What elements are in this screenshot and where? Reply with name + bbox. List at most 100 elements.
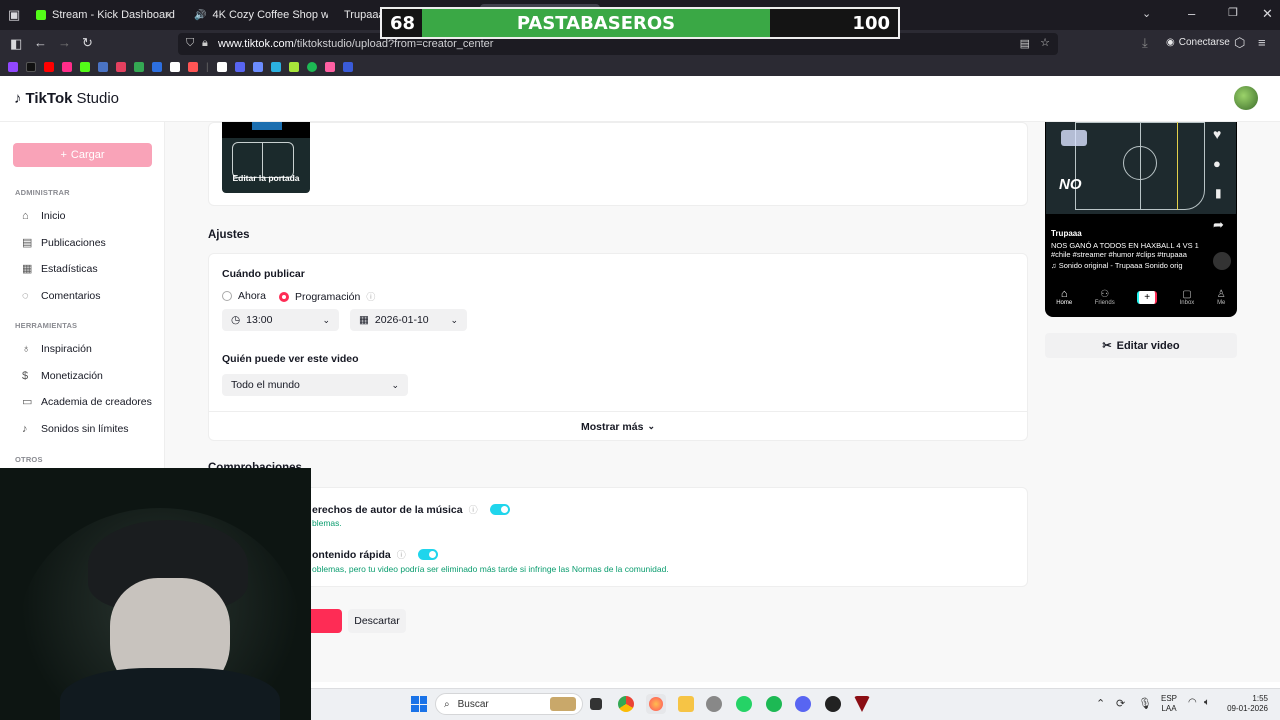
kick-bookmark-icon[interactable]	[80, 62, 90, 72]
edit-cover-button[interactable]: Editar la portada	[222, 173, 310, 183]
settings-gear-icon[interactable]	[706, 696, 722, 712]
discord-bookmark-icon[interactable]	[234, 62, 245, 72]
sidebar-item-label: Inicio	[41, 210, 66, 222]
sidebar-toggle-icon[interactable]: ◧	[10, 36, 22, 52]
taskbar-search[interactable]: ⌕ Buscar	[435, 693, 583, 715]
extensions-icon[interactable]: ⬡	[1234, 35, 1245, 51]
downloads-icon[interactable]: ⤓	[1142, 35, 1148, 51]
sidebar-item-monetizacion[interactable]: $ Monetización	[22, 370, 103, 382]
sidebar-item-publicaciones[interactable]: ▤ Publicaciones	[22, 237, 106, 249]
microphone-icon[interactable]: 🎙︎	[1138, 697, 1152, 710]
bookmark-icon[interactable]	[188, 62, 198, 72]
info-icon[interactable]: ⓘ	[397, 548, 406, 561]
sidebar-item-estadisticas[interactable]: ▦ Estadísticas	[22, 263, 98, 275]
who-can-view-label: Quién puede ver este video	[222, 353, 359, 365]
spotify-bookmark-icon[interactable]	[306, 62, 317, 72]
speaker-icon[interactable]: 🔊	[194, 10, 206, 21]
menu-icon[interactable]: ≡	[1258, 35, 1266, 50]
sidebar-item-inicio[interactable]: ⌂ Inicio	[22, 210, 66, 222]
avatar[interactable]	[1234, 86, 1258, 110]
sidebar-item-academia[interactable]: ▭ Academia de creadores	[22, 396, 152, 408]
section-other: OTROS	[15, 455, 43, 464]
comment-bubble-icon[interactable]: ●	[1213, 156, 1221, 171]
info-icon[interactable]: ⓘ	[469, 503, 478, 516]
discard-button[interactable]: Descartar	[348, 609, 406, 633]
language-indicator[interactable]: ESP LAA	[1161, 694, 1177, 714]
file-explorer-icon[interactable]	[678, 696, 694, 712]
sidebar-item-comentarios[interactable]: ◌ Comentarios	[22, 290, 101, 302]
bookmark-icon[interactable]	[170, 62, 180, 72]
close-tab-icon[interactable]: ✕	[164, 9, 173, 22]
clock-date: 09-01-2026	[1227, 704, 1268, 713]
bookmark-icon[interactable]	[324, 62, 335, 72]
edit-video-button[interactable]: ✂ Editar video	[1045, 333, 1237, 358]
obs-icon[interactable]	[825, 696, 841, 712]
content-check-toggle[interactable]	[417, 549, 438, 560]
tracking-shield-icon[interactable]: ⛉	[186, 37, 194, 50]
chevron-down-icon: ⌄	[391, 379, 399, 390]
tab-kick-dashboard[interactable]: Stream - Kick Dashboard ✕	[36, 4, 176, 26]
radio-schedule-circle[interactable]	[279, 291, 289, 302]
connect-button[interactable]: ◉ Conectarse	[1166, 37, 1230, 48]
time-select[interactable]: ◷ 13:00 ⌄	[222, 309, 339, 331]
bookmark-icon[interactable]	[288, 62, 299, 72]
radio-now[interactable]: Ahora	[222, 290, 266, 302]
tab-overview-icon[interactable]: ▣	[8, 7, 20, 23]
wifi-icon[interactable]: ◠	[1188, 697, 1197, 708]
back-icon[interactable]: ←	[34, 35, 47, 50]
date-select[interactable]: ▦ 2026-01-10 ⌄	[350, 309, 467, 331]
lock-icon[interactable]: 🔒︎	[202, 37, 208, 50]
clock[interactable]: 1:55 09-01-2026	[1224, 694, 1268, 714]
edit-video-label: Editar video	[1116, 339, 1180, 352]
twitch-bookmark-icon[interactable]	[8, 62, 18, 72]
radio-now-circle[interactable]	[222, 291, 232, 301]
windows-start-icon[interactable]	[411, 696, 427, 712]
music-check-note: blemas.	[312, 518, 342, 528]
bookmark-icon[interactable]	[252, 62, 263, 72]
tiktok-studio-logo[interactable]: ♪ TikTok Studio	[14, 90, 119, 107]
show-more-button[interactable]: Mostrar más ⌄	[208, 411, 1028, 441]
info-icon[interactable]: ⓘ	[366, 290, 375, 303]
bookmark-icon[interactable]	[216, 62, 227, 72]
reader-view-icon[interactable]: ▤	[1020, 37, 1030, 50]
volume-icon[interactable]: 🔈︎	[1204, 697, 1210, 708]
bookmark-icon[interactable]	[342, 62, 353, 72]
upload-button[interactable]: + Cargar	[13, 143, 152, 167]
discord-icon[interactable]	[795, 696, 811, 712]
tab-list-chevron-icon[interactable]: ⌄	[1142, 7, 1151, 20]
instagram-bookmark-icon[interactable]	[116, 62, 126, 72]
spotify-icon[interactable]	[766, 696, 782, 712]
like-icon[interactable]: ♥	[1213, 126, 1221, 142]
reload-icon[interactable]: ↻	[82, 35, 93, 51]
nav-friends: ⚇ Friends	[1095, 289, 1115, 306]
music-note-icon: ♪	[22, 422, 28, 435]
minimize-icon[interactable]: –	[1188, 6, 1195, 21]
tab-coffee-shop[interactable]: 🔊 4K Cozy Coffee Shop with S	[188, 4, 328, 26]
task-view-icon[interactable]	[590, 698, 602, 710]
maximize-icon[interactable]: ❐	[1228, 6, 1238, 19]
firefox-icon[interactable]	[646, 694, 666, 714]
drive-bookmark-icon[interactable]	[134, 62, 144, 72]
close-window-icon[interactable]: ✕	[1262, 6, 1273, 22]
sidebar-item-inspiracion[interactable]: ♁ Inspiración	[22, 343, 92, 355]
chrome-icon[interactable]	[618, 696, 634, 712]
bookmark-icon[interactable]	[62, 62, 72, 72]
bookmark-icon[interactable]	[98, 62, 108, 72]
forward-icon[interactable]: →	[58, 35, 71, 50]
radio-schedule[interactable]: Programación ⓘ	[279, 290, 375, 303]
bookmark-icon[interactable]	[152, 62, 162, 72]
privacy-select[interactable]: Todo el mundo ⌄	[222, 374, 408, 396]
bookmark-star-icon[interactable]: ☆	[1040, 36, 1050, 49]
share-icon[interactable]: ➦	[1213, 217, 1224, 233]
whatsapp-icon[interactable]	[736, 696, 752, 712]
bookmark-icon[interactable]: ▮	[1215, 186, 1222, 200]
sync-icon[interactable]: ⟳	[1116, 697, 1125, 710]
youtube-bookmark-icon[interactable]	[44, 62, 54, 72]
bookmark-icon[interactable]	[270, 62, 281, 72]
tab-trupaaa[interactable]: Trupaaa	[338, 4, 380, 26]
home-icon: ⌂	[1060, 288, 1068, 300]
chevron-up-icon[interactable]: ⌃	[1096, 697, 1105, 710]
music-check-toggle[interactable]	[489, 504, 510, 515]
sidebar-item-sonidos[interactable]: ♪ Sonidos sin límites	[22, 423, 129, 435]
tiktok-bookmark-icon[interactable]	[26, 62, 36, 72]
